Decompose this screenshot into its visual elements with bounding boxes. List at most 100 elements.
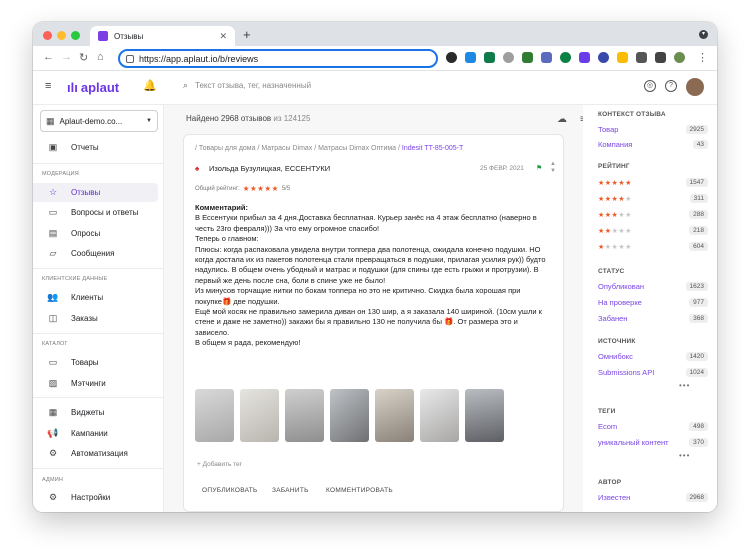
sidebar-item-campaigns[interactable]: 📢 Кампании [33,424,158,443]
sidebar-item-reviews[interactable]: ☆ Отзывы [33,183,158,202]
filter-row[interactable]: Омнибокс 1420 [598,352,708,361]
user-avatar[interactable] [686,78,704,96]
add-tag-link[interactable]: + Добавить тег [197,461,242,468]
extension-icon[interactable] [522,52,533,63]
review-photo[interactable] [375,389,414,442]
ban-button[interactable]: ЗАБАНИТЬ [272,487,309,494]
extension-icon[interactable] [617,52,628,63]
global-search[interactable]: ⌕ Текст отзыва, тег, назначенный [183,80,311,91]
review-photo[interactable] [240,389,279,442]
fingerprint-icon[interactable]: ◎ [644,80,656,92]
profile-icon[interactable] [674,52,685,63]
comment-button[interactable]: КОММЕНТИРОВАТЬ [326,487,393,494]
filter-row[interactable]: Опубликован 1623 [598,282,708,291]
review-photo[interactable] [465,389,504,442]
sidebar-item-matching[interactable]: ▨ Мэтчинги [33,374,158,393]
minimize-window-button[interactable] [57,31,66,40]
search-placeholder[interactable]: Текст отзыва, тег, назначенный [195,81,311,90]
extension-icon[interactable] [484,52,495,63]
review-photo[interactable] [420,389,459,442]
filter-label: Компания [598,140,633,149]
address-bar[interactable]: https://app.aplaut.io/b/reviews [118,49,438,68]
filter-count: 218 [689,226,708,235]
forward-icon[interactable]: → [61,51,72,63]
tab-search-icon[interactable]: ▾ [699,30,708,39]
divider [33,468,164,469]
filter-count: 1024 [685,368,708,377]
extension-icon[interactable] [446,52,457,63]
flag-icon[interactable]: ⚑ [536,164,542,172]
aplaut-logo[interactable]: ılı aplaut [67,80,119,95]
filter-row-rating-1[interactable]: ★★★★★ 604 [598,242,708,251]
cloud-download-icon[interactable]: ☁ [557,114,567,125]
store-selector[interactable]: ▦ Aplaut-demo.co... ▼ [40,110,158,132]
filter-row[interactable]: Известен 2968 [598,493,708,502]
filter-count: 2925 [685,125,708,134]
sidebar-item-settings[interactable]: ⚙ Настройки [33,488,158,507]
reload-icon[interactable]: ↻ [79,51,88,64]
extension-icon[interactable] [598,52,609,63]
store-name: Aplaut-demo.co... [59,116,123,126]
sidebar-item-reports[interactable]: ▣ Отчеты [33,138,158,157]
show-more-tags[interactable]: ••• [679,451,690,460]
filter-row-rating-3[interactable]: ★★★★★ 288 [598,210,708,219]
filter-row[interactable]: На проверке 977 [598,298,708,307]
review-photo[interactable] [330,389,369,442]
comment-line: зависело. [195,327,230,337]
gear-icon: ⚙ [48,492,58,502]
divider [33,333,164,334]
filter-label: Известен [598,493,631,502]
results-count: Найдено 2968 отзывов из 124125 [186,114,310,123]
filter-row[interactable]: уникальный контент 370 [598,438,708,447]
filter-row[interactable]: Submissions API 1024 [598,368,708,377]
extension-icon[interactable] [636,52,647,63]
menu-dots-icon[interactable]: ⋮ [697,51,708,64]
sidebar-item-products[interactable]: ▭ Товары [33,353,158,372]
filter-row-rating-5[interactable]: ★★★★★ 1547 [598,178,708,187]
extension-icon[interactable] [503,52,514,63]
close-window-button[interactable] [43,31,52,40]
sidebar-item-widgets[interactable]: ▦ Виджеты [33,403,158,422]
divider [33,397,164,398]
review-photo[interactable] [285,389,324,442]
filter-row[interactable]: Ecom 498 [598,422,708,431]
expand-collapse-icon[interactable]: ▲ ▼ [550,161,556,175]
close-tab-icon[interactable]: ✕ [219,31,227,42]
extension-icon[interactable] [541,52,552,63]
sidebar-item-questions[interactable]: ▭ Вопросы и ответы [33,203,158,222]
results-count-text: Найдено 2968 отзывов [186,114,272,123]
sidebar-item-label: Виджеты [71,408,105,417]
sidebar-item-label: Кампании [71,429,108,438]
sidebar-item-surveys[interactable]: ▤ Опросы [33,224,158,243]
filter-row[interactable]: Товар 2925 [598,125,708,134]
back-icon[interactable]: ← [43,51,54,63]
extensions-puzzle-icon[interactable] [655,52,666,63]
collapse-menu-icon[interactable]: ≡ [45,80,51,92]
filter-label: На проверке [598,298,642,307]
filter-row[interactable]: Забанен 368 [598,314,708,323]
publish-button[interactable]: ОПУБЛИКОВАТЬ [202,487,258,494]
notifications-bell-icon[interactable]: 🔔 [143,79,157,92]
filter-count: 604 [689,242,708,251]
show-more-sources[interactable]: ••• [679,381,690,390]
home-icon[interactable]: ⌂ [97,51,104,63]
filter-heading-rating: РЕЙТИНГ [598,163,630,170]
sidebar-item-label: Клиенты [71,293,104,302]
help-icon[interactable]: ? [665,80,677,92]
search-icon: ⌕ [183,80,189,90]
sidebar-item-automation[interactable]: ⚙ Автоматизация [33,444,158,463]
extension-icon[interactable] [465,52,476,63]
extension-icon[interactable] [579,52,590,63]
review-photo[interactable] [195,389,234,442]
sidebar-item-clients[interactable]: 👥 Клиенты [33,288,158,307]
product-link[interactable]: Indesit TT-85-005-T [402,145,463,152]
browser-tab[interactable]: Отзывы ✕ [90,26,235,46]
maximize-window-button[interactable] [71,31,80,40]
sidebar-item-messages[interactable]: ▱ Сообщения [33,244,158,263]
filter-row-rating-4[interactable]: ★★★★★ 311 [598,194,708,203]
filter-row-rating-2[interactable]: ★★★★★ 218 [598,226,708,235]
sidebar-item-orders[interactable]: ◫ Заказы [33,309,158,328]
filter-row[interactable]: Компания 43 [598,140,708,149]
new-tab-button[interactable]: + [243,27,251,42]
extension-icon[interactable] [560,52,571,63]
